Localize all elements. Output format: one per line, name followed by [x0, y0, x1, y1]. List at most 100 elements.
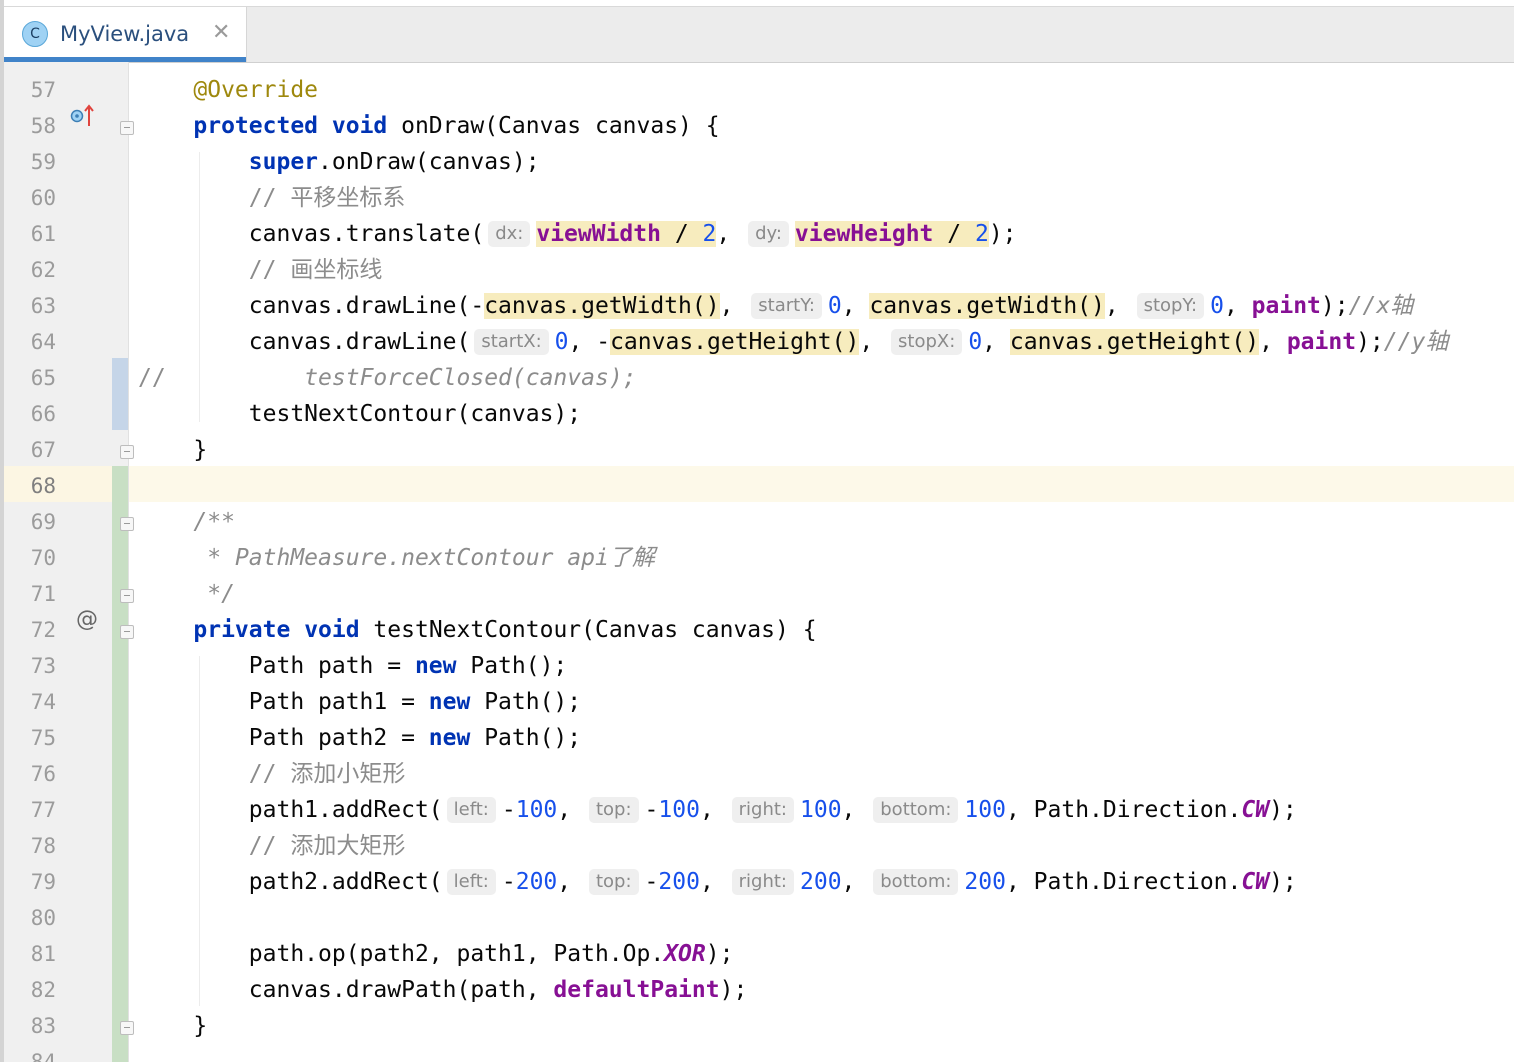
- code-text[interactable]: // 画坐标线: [138, 252, 383, 288]
- code-line[interactable]: 63 canvas.drawLine(-canvas.getWidth(), s…: [0, 288, 1514, 324]
- code-token: canvas.drawLine(: [138, 329, 471, 355]
- code-text[interactable]: Path path = new Path();: [138, 648, 568, 684]
- line-number[interactable]: 60: [4, 180, 56, 216]
- code-line[interactable]: 84: [0, 1044, 1514, 1062]
- line-number[interactable]: 65: [4, 360, 56, 396]
- code-token: 100: [515, 797, 558, 823]
- code-line[interactable]: 67 }: [0, 432, 1514, 468]
- line-number[interactable]: 74: [4, 684, 56, 720]
- line-number[interactable]: 72: [4, 612, 56, 648]
- code-text[interactable]: // testForceClosed(canvas);: [138, 360, 637, 396]
- code-line[interactable]: 71 */: [0, 576, 1514, 612]
- line-number[interactable]: 58: [4, 108, 56, 144]
- code-text[interactable]: * PathMeasure.nextContour api了解: [138, 540, 655, 576]
- code-text[interactable]: */: [138, 576, 235, 612]
- parameter-hint: left:: [446, 797, 496, 823]
- code-line[interactable]: 65 // testForceClosed(canvas);: [0, 360, 1514, 396]
- line-number[interactable]: 67: [4, 432, 56, 468]
- code-editor[interactable]: @ 57 @Override 58 protected void onDraw(C…: [0, 62, 1514, 1062]
- code-line[interactable]: 78 // 添加大矩形: [0, 828, 1514, 864]
- line-number[interactable]: 81: [4, 936, 56, 972]
- code-line[interactable]: 69 /**: [0, 504, 1514, 540]
- line-number[interactable]: 70: [4, 540, 56, 576]
- code-text[interactable]: Path path2 = new Path();: [138, 720, 581, 756]
- line-number[interactable]: 73: [4, 648, 56, 684]
- code-line[interactable]: 58 protected void onDraw(Canvas canvas) …: [0, 108, 1514, 144]
- code-token: );: [705, 941, 734, 967]
- line-number[interactable]: 78: [4, 828, 56, 864]
- code-line[interactable]: 79 path2.addRect(left: -200, top: -200, ri…: [0, 864, 1514, 900]
- close-icon[interactable]: ✕: [212, 19, 230, 47]
- line-number[interactable]: 66: [4, 396, 56, 432]
- code-text[interactable]: }: [138, 1008, 207, 1044]
- code-text[interactable]: // 平移坐标系: [138, 180, 406, 216]
- code-text[interactable]: canvas.drawLine(-canvas.getWidth(), star…: [138, 288, 1413, 324]
- code-line[interactable]: 62 // 画坐标线: [0, 252, 1514, 288]
- code-token: CW: [1241, 797, 1270, 823]
- code-text[interactable]: }: [138, 432, 207, 468]
- line-number[interactable]: 75: [4, 720, 56, 756]
- line-number[interactable]: 82: [4, 972, 56, 1008]
- code-token: );: [1269, 797, 1297, 823]
- code-text[interactable]: protected void onDraw(Canvas canvas) {: [138, 108, 720, 144]
- code-text[interactable]: // 添加小矩形: [138, 756, 406, 792]
- code-token: 100: [964, 797, 1006, 823]
- code-line[interactable]: 70 * PathMeasure.nextContour api了解: [0, 540, 1514, 576]
- code-line[interactable]: 73 Path path = new Path();: [0, 648, 1514, 684]
- code-line[interactable]: 75 Path path2 = new Path();: [0, 720, 1514, 756]
- code-line[interactable]: 59 super.onDraw(canvas);: [0, 144, 1514, 180]
- line-number[interactable]: 76: [4, 756, 56, 792]
- tab-title[interactable]: MyView.java: [60, 20, 189, 48]
- line-number[interactable]: 62: [4, 252, 56, 288]
- code-line[interactable]: 72 private void testNextContour(Canvas c…: [0, 612, 1514, 648]
- code-text[interactable]: path1.addRect(left: -100, top: -100, right…: [138, 792, 1297, 828]
- code-text[interactable]: canvas.drawLine(startX: 0, -canvas.getHei…: [138, 324, 1448, 360]
- code-token: .onDraw(canvas);: [318, 149, 540, 175]
- line-number[interactable]: 83: [4, 1008, 56, 1044]
- line-number[interactable]: 71: [4, 576, 56, 612]
- code-line[interactable]: 60 // 平移坐标系: [0, 180, 1514, 216]
- line-number[interactable]: 84: [4, 1044, 56, 1062]
- code-text[interactable]: Path path1 = new Path();: [138, 684, 581, 720]
- line-number[interactable]: 61: [4, 216, 56, 252]
- code-token: onDraw(Canvas canvas) {: [387, 113, 720, 139]
- code-line[interactable]: 64 canvas.drawLine(startX: 0, -canvas.get…: [0, 324, 1514, 360]
- line-number[interactable]: 64: [4, 324, 56, 360]
- code-text[interactable]: path2.addRect(left: -200, top: -200, right…: [138, 864, 1297, 900]
- line-number[interactable]: 69: [4, 504, 56, 540]
- code-token: 0: [554, 329, 569, 355]
- code-line[interactable]: 82 canvas.drawPath(path, defaultPaint);: [0, 972, 1514, 1008]
- code-text[interactable]: testNextContour(canvas);: [138, 396, 581, 432]
- line-number[interactable]: 79: [4, 864, 56, 900]
- code-text[interactable]: @Override: [138, 72, 318, 108]
- code-line[interactable]: 68: [0, 468, 1514, 504]
- code-line[interactable]: 76 // 添加小矩形: [0, 756, 1514, 792]
- code-text[interactable]: super.onDraw(canvas);: [138, 144, 540, 180]
- parameter-hint: dy:: [748, 221, 789, 247]
- line-number[interactable]: 59: [4, 144, 56, 180]
- code-line[interactable]: 77 path1.addRect(left: -100, top: -100, ri…: [0, 792, 1514, 828]
- code-line[interactable]: 74 Path path1 = new Path();: [0, 684, 1514, 720]
- code-line[interactable]: 83 }: [0, 1008, 1514, 1044]
- code-text[interactable]: // 添加大矩形: [138, 828, 406, 864]
- code-line[interactable]: 66 testNextContour(canvas);: [0, 396, 1514, 432]
- code-text[interactable]: canvas.translate(dx: viewWidth / 2, dy: vi…: [138, 216, 1017, 252]
- code-line[interactable]: 81 path.op(path2, path1, Path.Op.XOR);: [0, 936, 1514, 972]
- line-number[interactable]: 63: [4, 288, 56, 324]
- line-number[interactable]: 80: [4, 900, 56, 936]
- code-text[interactable]: /**: [138, 504, 235, 540]
- code-line[interactable]: 80: [0, 900, 1514, 936]
- editor-tab-myview-java[interactable]: C MyView.java ✕: [4, 7, 247, 62]
- code-line[interactable]: 61 canvas.translate(dx: viewWidth / 2, dy…: [0, 216, 1514, 252]
- code-text[interactable]: private void testNextContour(Canvas canv…: [138, 612, 816, 648]
- code-text[interactable]: canvas.drawPath(path, defaultPaint);: [138, 972, 748, 1008]
- code-text[interactable]: path.op(path2, path1, Path.Op.XOR);: [138, 936, 734, 972]
- code-line[interactable]: 57 @Override: [0, 72, 1514, 108]
- line-number[interactable]: 68: [4, 468, 56, 504]
- line-number[interactable]: 77: [4, 792, 56, 828]
- line-number[interactable]: 57: [4, 72, 56, 108]
- parameter-hint: bottom:: [873, 869, 959, 895]
- code-token: );: [1320, 293, 1349, 319]
